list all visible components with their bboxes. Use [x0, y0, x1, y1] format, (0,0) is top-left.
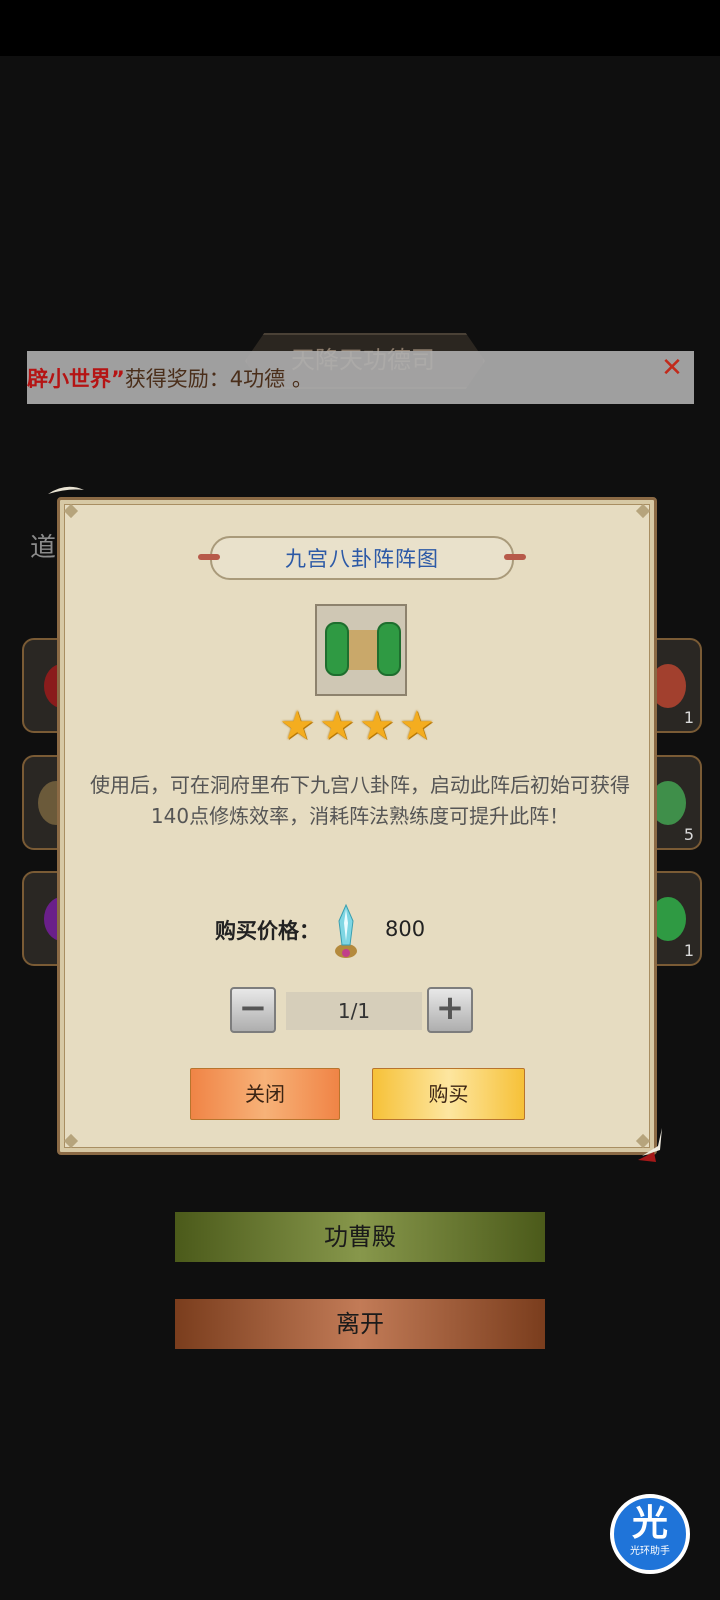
- corner-ornament: [635, 503, 651, 519]
- star-icon: ★: [359, 703, 395, 749]
- slot-count: 5: [683, 825, 694, 844]
- gongcao-hall-button[interactable]: 功曹殿: [175, 1212, 545, 1262]
- assistant-label: 光环助手: [630, 1546, 670, 1557]
- banner-ornament: [198, 554, 220, 560]
- price-row: 购买价格： 800: [210, 903, 510, 963]
- quantity-display: 1/1: [286, 992, 422, 1030]
- decrease-button[interactable]: −: [230, 987, 276, 1033]
- corner-ornament: [63, 1133, 79, 1149]
- assistant-float-button[interactable]: 光 光环助手: [610, 1494, 690, 1574]
- quantity-stepper: − 1/1 +: [230, 987, 480, 1037]
- close-button[interactable]: 关闭: [190, 1068, 340, 1120]
- sparkle-icon: [638, 1128, 662, 1162]
- slot-count: 1: [683, 941, 694, 960]
- star-icon: ★: [319, 703, 355, 749]
- dialog-title-banner: 九宫八卦阵阵图: [198, 536, 526, 580]
- leave-button[interactable]: 离开: [175, 1299, 545, 1349]
- star-rating: ★ ★ ★ ★: [60, 703, 654, 749]
- banner-ornament: [504, 554, 526, 560]
- slot-count: 1: [683, 708, 694, 727]
- reward-notice: 辟小世界” 获得奖励：4功德 。 ✕: [27, 351, 694, 404]
- status-bar: [0, 0, 720, 56]
- item-description: 使用后，可在洞府里布下九宫八卦阵，启动此阵后初始可获得140点修炼效率，消耗阵法…: [90, 773, 630, 828]
- price-label: 购买价格：: [215, 919, 320, 943]
- star-icon: ★: [279, 703, 316, 749]
- close-icon[interactable]: ✕: [660, 355, 684, 381]
- notice-highlight: 辟小世界”: [27, 366, 125, 391]
- corner-ornament: [63, 503, 79, 519]
- item-icon-frame: [315, 604, 407, 696]
- jade-gem-icon: [335, 903, 357, 958]
- increase-button[interactable]: +: [427, 987, 473, 1033]
- star-icon: ★: [398, 703, 435, 749]
- side-label: 道: [30, 533, 57, 563]
- notice-text: 获得奖励：4功德 。: [124, 366, 313, 391]
- dialog-title: 九宫八卦阵阵图: [285, 547, 439, 571]
- item-dialog: 九宫八卦阵阵图 ★ ★ ★ ★ 使用后，可在洞府里布下九宫八卦阵，启动此阵后初始可获得…: [57, 497, 657, 1155]
- buy-button[interactable]: 购买: [372, 1068, 525, 1120]
- price-value: 800: [385, 917, 426, 941]
